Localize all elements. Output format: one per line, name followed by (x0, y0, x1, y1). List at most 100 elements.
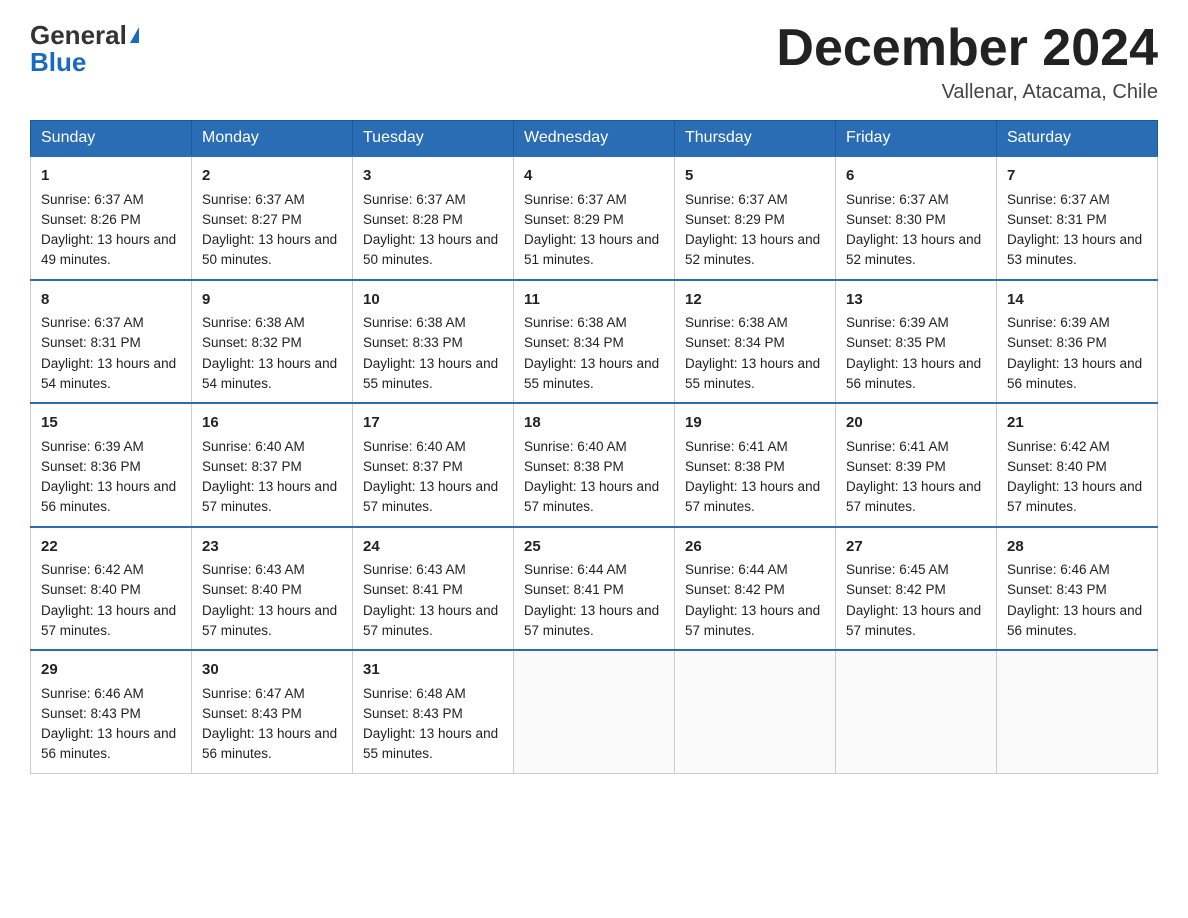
sunset-info: Sunset: 8:29 PM (685, 212, 785, 227)
sunrise-info: Sunrise: 6:37 AM (363, 192, 466, 207)
daylight-info: Daylight: 13 hours and 56 minutes. (1007, 356, 1142, 391)
calendar-table: Sunday Monday Tuesday Wednesday Thursday… (30, 120, 1158, 774)
calendar-header-row: Sunday Monday Tuesday Wednesday Thursday… (31, 121, 1158, 157)
calendar-week-row-3: 15 Sunrise: 6:39 AM Sunset: 8:36 PM Dayl… (31, 403, 1158, 527)
daylight-info: Daylight: 13 hours and 53 minutes. (1007, 232, 1142, 267)
daylight-info: Daylight: 13 hours and 56 minutes. (41, 726, 176, 761)
daylight-info: Daylight: 13 hours and 56 minutes. (846, 356, 981, 391)
calendar-cell: 31 Sunrise: 6:48 AM Sunset: 8:43 PM Dayl… (353, 650, 514, 773)
sunrise-info: Sunrise: 6:44 AM (685, 562, 788, 577)
sunrise-info: Sunrise: 6:39 AM (1007, 315, 1110, 330)
daylight-info: Daylight: 13 hours and 55 minutes. (363, 726, 498, 761)
calendar-cell: 29 Sunrise: 6:46 AM Sunset: 8:43 PM Dayl… (31, 650, 192, 773)
day-number: 28 (1007, 536, 1147, 559)
daylight-info: Daylight: 13 hours and 52 minutes. (846, 232, 981, 267)
daylight-info: Daylight: 13 hours and 49 minutes. (41, 232, 176, 267)
day-number: 9 (202, 289, 342, 312)
sunset-info: Sunset: 8:43 PM (202, 706, 302, 721)
sunrise-info: Sunrise: 6:39 AM (846, 315, 949, 330)
sunset-info: Sunset: 8:41 PM (363, 582, 463, 597)
calendar-cell: 28 Sunrise: 6:46 AM Sunset: 8:43 PM Dayl… (997, 527, 1158, 651)
sunrise-info: Sunrise: 6:37 AM (41, 315, 144, 330)
daylight-info: Daylight: 13 hours and 57 minutes. (846, 603, 981, 638)
daylight-info: Daylight: 13 hours and 56 minutes. (1007, 603, 1142, 638)
sunset-info: Sunset: 8:41 PM (524, 582, 624, 597)
sunset-info: Sunset: 8:26 PM (41, 212, 141, 227)
daylight-info: Daylight: 13 hours and 57 minutes. (202, 479, 337, 514)
calendar-cell (514, 650, 675, 773)
sunrise-info: Sunrise: 6:37 AM (846, 192, 949, 207)
calendar-cell: 8 Sunrise: 6:37 AM Sunset: 8:31 PM Dayli… (31, 280, 192, 404)
calendar-cell: 1 Sunrise: 6:37 AM Sunset: 8:26 PM Dayli… (31, 156, 192, 280)
sunrise-info: Sunrise: 6:40 AM (524, 439, 627, 454)
sunset-info: Sunset: 8:31 PM (1007, 212, 1107, 227)
day-number: 16 (202, 412, 342, 435)
day-number: 20 (846, 412, 986, 435)
sunrise-info: Sunrise: 6:43 AM (202, 562, 305, 577)
day-number: 30 (202, 659, 342, 682)
day-number: 29 (41, 659, 181, 682)
sunrise-info: Sunrise: 6:41 AM (846, 439, 949, 454)
calendar-cell: 7 Sunrise: 6:37 AM Sunset: 8:31 PM Dayli… (997, 156, 1158, 280)
daylight-info: Daylight: 13 hours and 57 minutes. (524, 479, 659, 514)
calendar-cell: 12 Sunrise: 6:38 AM Sunset: 8:34 PM Dayl… (675, 280, 836, 404)
sunrise-info: Sunrise: 6:41 AM (685, 439, 788, 454)
daylight-info: Daylight: 13 hours and 56 minutes. (202, 726, 337, 761)
daylight-info: Daylight: 13 hours and 57 minutes. (363, 603, 498, 638)
day-number: 8 (41, 289, 181, 312)
sunset-info: Sunset: 8:37 PM (202, 459, 302, 474)
day-number: 1 (41, 165, 181, 188)
calendar-cell: 27 Sunrise: 6:45 AM Sunset: 8:42 PM Dayl… (836, 527, 997, 651)
sunset-info: Sunset: 8:34 PM (524, 335, 624, 350)
calendar-cell: 17 Sunrise: 6:40 AM Sunset: 8:37 PM Dayl… (353, 403, 514, 527)
sunset-info: Sunset: 8:31 PM (41, 335, 141, 350)
sunrise-info: Sunrise: 6:38 AM (524, 315, 627, 330)
sunrise-info: Sunrise: 6:38 AM (202, 315, 305, 330)
sunrise-info: Sunrise: 6:37 AM (202, 192, 305, 207)
day-number: 17 (363, 412, 503, 435)
sunset-info: Sunset: 8:29 PM (524, 212, 624, 227)
daylight-info: Daylight: 13 hours and 57 minutes. (685, 603, 820, 638)
calendar-cell (997, 650, 1158, 773)
calendar-cell: 2 Sunrise: 6:37 AM Sunset: 8:27 PM Dayli… (192, 156, 353, 280)
sunset-info: Sunset: 8:34 PM (685, 335, 785, 350)
sunrise-info: Sunrise: 6:46 AM (1007, 562, 1110, 577)
calendar-cell: 18 Sunrise: 6:40 AM Sunset: 8:38 PM Dayl… (514, 403, 675, 527)
calendar-cell: 15 Sunrise: 6:39 AM Sunset: 8:36 PM Dayl… (31, 403, 192, 527)
calendar-cell: 24 Sunrise: 6:43 AM Sunset: 8:41 PM Dayl… (353, 527, 514, 651)
daylight-info: Daylight: 13 hours and 57 minutes. (1007, 479, 1142, 514)
daylight-info: Daylight: 13 hours and 54 minutes. (202, 356, 337, 391)
sunrise-info: Sunrise: 6:45 AM (846, 562, 949, 577)
page-header: General Blue December 2024 Vallenar, Ata… (30, 20, 1158, 104)
daylight-info: Daylight: 13 hours and 57 minutes. (363, 479, 498, 514)
sunset-info: Sunset: 8:32 PM (202, 335, 302, 350)
calendar-cell: 20 Sunrise: 6:41 AM Sunset: 8:39 PM Dayl… (836, 403, 997, 527)
calendar-cell: 25 Sunrise: 6:44 AM Sunset: 8:41 PM Dayl… (514, 527, 675, 651)
sunset-info: Sunset: 8:43 PM (363, 706, 463, 721)
calendar-cell: 14 Sunrise: 6:39 AM Sunset: 8:36 PM Dayl… (997, 280, 1158, 404)
sunrise-info: Sunrise: 6:37 AM (1007, 192, 1110, 207)
sunrise-info: Sunrise: 6:42 AM (1007, 439, 1110, 454)
col-sunday: Sunday (31, 121, 192, 157)
sunset-info: Sunset: 8:36 PM (41, 459, 141, 474)
sunrise-info: Sunrise: 6:40 AM (363, 439, 466, 454)
daylight-info: Daylight: 13 hours and 57 minutes. (202, 603, 337, 638)
sunset-info: Sunset: 8:43 PM (41, 706, 141, 721)
sunrise-info: Sunrise: 6:37 AM (524, 192, 627, 207)
calendar-cell (675, 650, 836, 773)
daylight-info: Daylight: 13 hours and 50 minutes. (202, 232, 337, 267)
calendar-week-row-1: 1 Sunrise: 6:37 AM Sunset: 8:26 PM Dayli… (31, 156, 1158, 280)
calendar-cell: 23 Sunrise: 6:43 AM Sunset: 8:40 PM Dayl… (192, 527, 353, 651)
sunrise-info: Sunrise: 6:37 AM (685, 192, 788, 207)
calendar-cell: 9 Sunrise: 6:38 AM Sunset: 8:32 PM Dayli… (192, 280, 353, 404)
daylight-info: Daylight: 13 hours and 50 minutes. (363, 232, 498, 267)
daylight-info: Daylight: 13 hours and 56 minutes. (41, 479, 176, 514)
day-number: 11 (524, 289, 664, 312)
calendar-cell: 4 Sunrise: 6:37 AM Sunset: 8:29 PM Dayli… (514, 156, 675, 280)
day-number: 5 (685, 165, 825, 188)
calendar-cell: 11 Sunrise: 6:38 AM Sunset: 8:34 PM Dayl… (514, 280, 675, 404)
day-number: 23 (202, 536, 342, 559)
sunrise-info: Sunrise: 6:38 AM (685, 315, 788, 330)
day-number: 4 (524, 165, 664, 188)
daylight-info: Daylight: 13 hours and 54 minutes. (41, 356, 176, 391)
